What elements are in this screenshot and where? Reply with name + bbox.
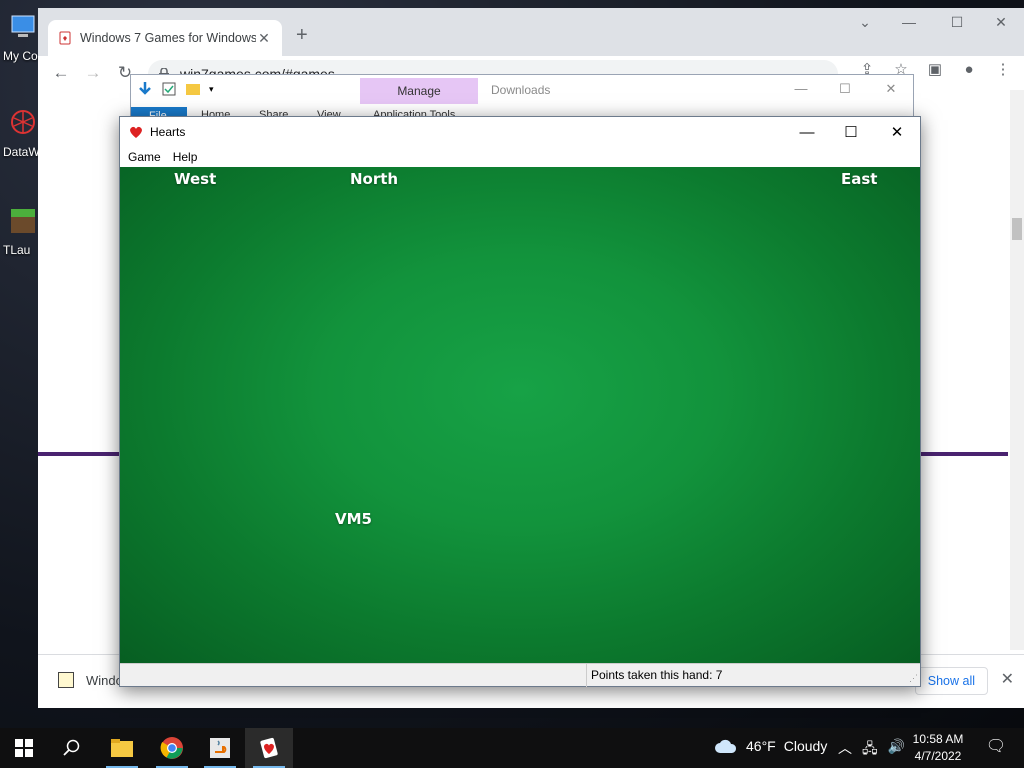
hearts-window: Hearts — ☐ ✕ Game Help West North East V… [119, 116, 921, 687]
minimize-button[interactable]: — [894, 14, 924, 30]
download-item[interactable]: Windo [58, 672, 123, 688]
folder-icon[interactable] [185, 81, 201, 97]
menu-help[interactable]: Help [167, 150, 204, 164]
volume-icon[interactable]: 🔊 [888, 738, 905, 762]
profile-avatar-icon[interactable]: ● [958, 61, 980, 78]
menu-kebab-icon[interactable]: ⋮ [992, 60, 1014, 78]
clock[interactable]: 10:58 AM 4/7/2022 [906, 731, 970, 765]
close-button[interactable]: ✕ [986, 14, 1016, 31]
points-status: Points taken this hand: 7 [586, 664, 722, 687]
notification-center-icon[interactable]: 🗨 [976, 736, 1016, 756]
taskbar: 46°F Cloudy ︿ 🖧 🔊 10:58 AM 4/7/2022 🗨 [0, 728, 1024, 768]
start-button[interactable] [0, 728, 48, 768]
browser-tab[interactable]: Windows 7 Games for Windows ✕ [48, 20, 282, 56]
desktop-icon-my-computer[interactable]: My Co [0, 12, 40, 63]
player-west-label: West [174, 170, 217, 188]
taskbar-file-explorer[interactable] [98, 728, 146, 768]
tab-search-icon[interactable]: ⌄ [850, 14, 880, 31]
hearts-card-icon [260, 737, 278, 759]
window-title: Hearts [150, 125, 186, 139]
show-hidden-icons-chevron-icon[interactable]: ︿ [838, 738, 852, 762]
player-east-label: East [841, 170, 878, 188]
explorer-title: Downloads [491, 83, 551, 97]
minecraft-block-icon [11, 209, 35, 233]
hearts-app-icon [130, 126, 142, 138]
status-bar: Points taken this hand: 7 ⋰ [120, 663, 920, 687]
back-icon[interactable]: ← [48, 63, 74, 83]
taskbar-java[interactable] [196, 728, 244, 768]
page-scrollbar[interactable] [1010, 90, 1024, 650]
weather-temp: 46°F [746, 738, 776, 754]
desktop-icon-label: DataW [3, 145, 40, 159]
close-tab-icon[interactable]: ✕ [256, 30, 272, 47]
card-favicon-icon [59, 31, 71, 45]
chrome-icon [160, 737, 183, 759]
folder-icon [111, 739, 133, 757]
search-button[interactable] [48, 728, 96, 768]
quick-access-toolbar: ▾ [137, 81, 214, 97]
close-button[interactable]: ✕ [874, 117, 920, 147]
network-icon[interactable]: 🖧 [862, 738, 878, 762]
title-bar[interactable]: Hearts — ☐ ✕ [120, 117, 920, 147]
menu-game[interactable]: Game [122, 150, 167, 164]
forward-icon[interactable]: → [80, 63, 106, 83]
scrollbar-thumb[interactable] [1012, 218, 1022, 240]
windows-logo-icon [15, 739, 33, 757]
desktop-icon-tlauncher[interactable]: TLau [0, 206, 40, 257]
desktop-icon-label: TLau [3, 243, 31, 257]
search-icon [63, 739, 80, 756]
clock-time: 10:58 AM [912, 732, 964, 746]
dataw-icon [11, 110, 35, 134]
properties-icon[interactable] [161, 81, 177, 97]
resize-grip-icon[interactable]: ⋰ [909, 673, 918, 684]
weather-condition: Cloudy [783, 738, 828, 754]
close-button[interactable]: ✕ [876, 81, 906, 97]
game-table[interactable]: West North East VM5 [120, 167, 920, 663]
minimize-button[interactable]: — [784, 117, 830, 147]
manage-context-tab[interactable]: Manage [360, 78, 478, 104]
computer-icon [11, 15, 35, 37]
tab-title: Windows 7 Games for Windows [80, 31, 256, 45]
desktop-icon-label: My Co [3, 49, 38, 63]
maximize-button[interactable]: ☐ [830, 81, 860, 97]
player-north-label: North [350, 170, 399, 188]
system-tray: ︿ 🖧 🔊 [838, 738, 905, 762]
minimize-button[interactable]: — [786, 81, 816, 96]
java-icon [210, 738, 230, 758]
archive-icon [58, 672, 74, 688]
maximize-button[interactable]: ☐ [942, 14, 972, 31]
desktop-icon-dataw[interactable]: DataW [0, 108, 40, 159]
taskbar-chrome[interactable] [148, 728, 196, 768]
new-tab-button[interactable]: + [296, 24, 308, 47]
maximize-button[interactable]: ☐ [828, 117, 874, 147]
clock-date: 4/7/2022 [914, 749, 962, 763]
player-south-label: VM5 [335, 510, 372, 528]
weather-widget[interactable]: 46°F Cloudy [714, 738, 827, 754]
download-item-label: Windo [86, 672, 123, 688]
close-download-bar-icon[interactable]: ✕ [1001, 669, 1014, 689]
show-all-button[interactable]: Show all [914, 667, 988, 695]
menu-bar: Game Help [120, 147, 920, 167]
tab-strip: Windows 7 Games for Windows ✕ + ⌄ — ☐ ✕ [38, 8, 1024, 56]
explorer-window: ▾ Manage Downloads — ☐ ✕ File Home Share… [130, 74, 914, 123]
customize-dropdown-icon[interactable]: ▾ [209, 84, 214, 95]
taskbar-hearts[interactable] [245, 728, 293, 768]
cloud-icon [715, 739, 737, 753]
side-panel-icon[interactable]: ▣ [924, 60, 946, 78]
download-arrow-icon[interactable] [137, 81, 153, 97]
